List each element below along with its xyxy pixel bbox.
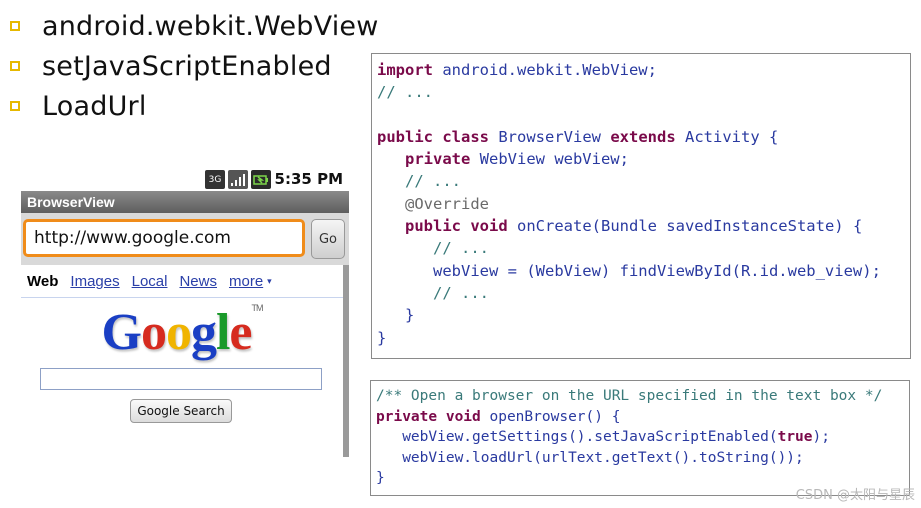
code-keyword: extends: [610, 127, 676, 146]
watermark: CSDN @太阳与星辰: [795, 488, 915, 503]
google-nav: Web Images Local News more ▾: [27, 273, 272, 290]
bullet-text: LoadUrl: [42, 90, 147, 122]
battery-icon: [251, 170, 271, 189]
app-title-bar: BrowserView: [21, 191, 349, 213]
code-text: WebView webView;: [470, 150, 629, 169]
code-text: android.webkit.WebView;: [433, 61, 657, 79]
code-keyword: void: [470, 217, 508, 236]
logo-letter: G: [101, 304, 142, 361]
bullet-item: android.webkit.WebView: [8, 6, 379, 46]
code-comment: /** Open a browser on the URL specified …: [376, 388, 883, 404]
google-nav-images[interactable]: Images: [70, 273, 119, 290]
google-nav-more[interactable]: more: [229, 273, 263, 290]
code-keyword: true: [777, 429, 813, 445]
scrollbar[interactable]: [343, 265, 349, 457]
code-text: webView.loadUrl(urlText.getText().toStri…: [402, 449, 804, 466]
code-keyword: class: [442, 127, 490, 146]
url-bar: http://www.google.com Go: [21, 213, 349, 265]
google-search-button[interactable]: Google Search: [130, 399, 232, 423]
code-text: webView.getSettings().setJavaScriptEnabl…: [402, 429, 778, 445]
code-keyword: public: [405, 217, 461, 236]
code-keyword: import: [377, 61, 433, 79]
code-line: import android.webkit.WebView;: [377, 59, 910, 81]
code-comment: // ...: [405, 172, 461, 191]
code-line: // ...: [377, 237, 910, 259]
network-3g-icon: 3G: [205, 170, 225, 189]
code-line: }: [377, 304, 910, 326]
status-icons: 3G: [205, 170, 271, 189]
bullet-text: setJavaScriptEnabled: [42, 50, 332, 82]
code-line: // ...: [377, 282, 910, 304]
bullet-text: android.webkit.WebView: [42, 10, 379, 42]
status-time: 5:35 PM: [274, 170, 343, 188]
code-line: webView.getSettings().setJavaScriptEnabl…: [376, 427, 909, 448]
code-text: BrowserView: [489, 127, 611, 146]
code-keyword: private: [405, 150, 471, 169]
bullet-list: android.webkit.WebView setJavaScriptEnab…: [8, 6, 379, 126]
code-line: private WebView webView;: [377, 148, 910, 170]
url-input[interactable]: http://www.google.com: [23, 219, 305, 257]
code-line: public class BrowserView extends Activit…: [377, 126, 910, 148]
google-logo: GoogleTM: [21, 303, 343, 362]
chevron-down-icon[interactable]: ▾: [267, 276, 272, 287]
go-button[interactable]: Go: [311, 219, 345, 259]
code-line: }: [377, 327, 910, 349]
code-line: webView.loadUrl(urlText.getText().toStri…: [376, 448, 909, 469]
code-line: webView = (WebView) findViewById(R.id.we…: [377, 260, 910, 282]
code-annotation: @Override: [405, 194, 489, 213]
bullet-item: setJavaScriptEnabled: [8, 46, 379, 86]
code-comment: // ...: [377, 83, 433, 102]
code-text: );: [812, 429, 830, 445]
logo-letter: g: [190, 304, 217, 361]
logo-trademark: TM: [251, 303, 264, 313]
code-text: }: [405, 306, 415, 325]
code-block-browserview: import android.webkit.WebView; // ... pu…: [371, 53, 911, 359]
google-nav-local[interactable]: Local: [132, 273, 168, 290]
square-bullet-icon: [10, 21, 20, 31]
logo-letter: e: [229, 304, 252, 361]
code-keyword: void: [445, 408, 481, 425]
google-nav-news[interactable]: News: [179, 273, 217, 290]
nav-divider: [21, 297, 343, 298]
code-line: @Override: [377, 193, 910, 215]
logo-letter: l: [215, 304, 230, 361]
logo-letter: o: [140, 304, 167, 361]
phone-screenshot: 3G 5:35 PM BrowserView http://www.google…: [21, 167, 349, 457]
logo-letter: o: [165, 304, 192, 361]
code-line: public void onCreate(Bundle savedInstanc…: [377, 215, 910, 237]
square-bullet-icon: [10, 101, 20, 111]
code-text: }: [377, 328, 387, 347]
code-comment: // ...: [433, 239, 489, 258]
google-search-input[interactable]: [40, 368, 322, 390]
code-keyword: public: [377, 127, 433, 146]
code-line: // ...: [377, 81, 910, 103]
code-text: webView = (WebView) findViewById(R.id.we…: [433, 261, 881, 280]
bullet-item: LoadUrl: [8, 86, 379, 126]
signal-icon: [228, 170, 248, 189]
code-text: openBrowser() {: [480, 408, 621, 425]
webview-content: Web Images Local News more ▾ GoogleTM Go…: [21, 265, 343, 457]
code-line: private void openBrowser() {: [376, 407, 909, 428]
code-comment: // ...: [433, 283, 489, 302]
status-bar: 3G 5:35 PM: [21, 167, 349, 191]
code-text: onCreate(Bundle savedInstanceState) {: [507, 217, 863, 236]
code-line: /** Open a browser on the URL specified …: [376, 386, 909, 407]
google-nav-web: Web: [27, 273, 59, 290]
square-bullet-icon: [10, 61, 20, 71]
code-keyword: private: [376, 408, 438, 425]
code-text: }: [376, 470, 385, 486]
code-block-openbrowser: /** Open a browser on the URL specified …: [370, 380, 910, 496]
code-line: // ...: [377, 170, 910, 192]
code-text: Activity {: [675, 127, 779, 146]
